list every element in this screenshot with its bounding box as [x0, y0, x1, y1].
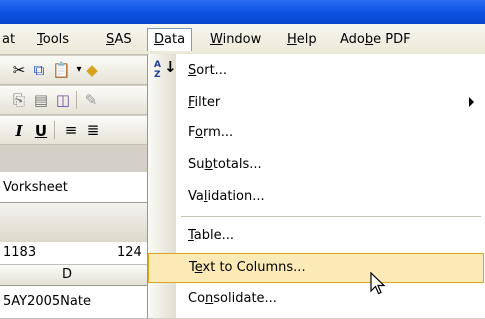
copy-icon[interactable]: ⧉ [30, 61, 48, 79]
menu-separator [181, 216, 481, 217]
worksheet-name-box[interactable]: Vorksheet [0, 172, 153, 203]
table-row: 1183 124 [0, 242, 153, 265]
toolbar-divider [76, 91, 77, 109]
menu-item-label: Consolidate... [188, 291, 277, 306]
cell-value[interactable]: 124 [117, 245, 142, 260]
menu-adobe-pdf[interactable]: Adobe PDF [340, 32, 411, 47]
menu-data[interactable]: Data [147, 28, 193, 51]
underline-button[interactable]: U [32, 122, 50, 140]
mouse-pointer-icon [370, 272, 386, 295]
menu-item-table[interactable]: Table... [148, 221, 484, 251]
format-painter-icon[interactable]: ◆ [83, 61, 101, 79]
menu-item-form[interactable]: Form... [148, 118, 484, 148]
cell-value[interactable]: 1183 [3, 245, 36, 260]
paste-icon[interactable]: 📋 [52, 61, 71, 79]
menu-item-text-to-columns[interactable]: Text to Columns... [148, 253, 484, 283]
data-menu: A Z ↓ Sort... Filter Form... Subtotals... … [147, 54, 485, 318]
menu-item-label: Table... [188, 228, 235, 243]
menu-tools[interactable]: Tools [37, 32, 69, 47]
standard-toolbar: ✂ ⧉ 📋 ▾ ◆ [0, 56, 153, 85]
align-center-icon[interactable]: ≣ [84, 121, 102, 139]
cell-value[interactable]: 5AY2005Nate [3, 294, 91, 309]
column-header-label: D [62, 267, 73, 282]
reply-icon[interactable]: ⎘ [10, 91, 28, 109]
formula-area [0, 203, 153, 242]
menu-item-label: Filter [188, 95, 221, 110]
menu-help[interactable]: Help [287, 32, 317, 47]
table-row: 5AY2005Nate [0, 286, 153, 319]
toolbar-divider [54, 121, 55, 139]
menu-item-label: Sort... [188, 63, 228, 78]
track-changes-icon[interactable]: ▤ [32, 91, 50, 109]
worksheet-name-text: Vorksheet [3, 180, 68, 195]
comment-icon[interactable]: ✎ [82, 91, 100, 109]
menu-sas[interactable]: SAS [106, 32, 132, 47]
menu-item-filter[interactable]: Filter [148, 88, 484, 118]
menu-format[interactable]: at [2, 32, 15, 47]
menu-item-consolidate[interactable]: Consolidate... [148, 284, 484, 314]
submenu-arrow-icon [469, 97, 474, 107]
cut-icon[interactable]: ✂ [10, 61, 28, 79]
send-icon[interactable]: ◫ [54, 91, 72, 109]
menu-window[interactable]: Window [210, 32, 261, 47]
menu-bar: at Tools SAS Data Window Help Adobe PDF [0, 24, 485, 55]
menu-item-label: Text to Columns... [189, 260, 306, 275]
title-bar [0, 0, 485, 24]
menu-item-sort[interactable]: A Z ↓ Sort... [148, 56, 484, 86]
menu-item-label: Validation... [188, 189, 265, 204]
menu-item-label: Subtotals... [188, 157, 262, 172]
menu-item-subtotals[interactable]: Subtotals... [148, 150, 484, 180]
italic-button[interactable]: I [10, 122, 28, 140]
column-header[interactable]: D [0, 265, 153, 286]
formatting-toolbar: I U ≡ ≣ [0, 116, 153, 145]
align-left-icon[interactable]: ≡ [62, 121, 80, 139]
reviewing-toolbar: ⎘ ▤ ◫ ✎ [0, 86, 153, 115]
sort-az-icon: A Z ↓ [154, 58, 177, 81]
menu-item-validation[interactable]: Validation... [148, 182, 484, 212]
menu-item-label: Form... [188, 125, 234, 140]
